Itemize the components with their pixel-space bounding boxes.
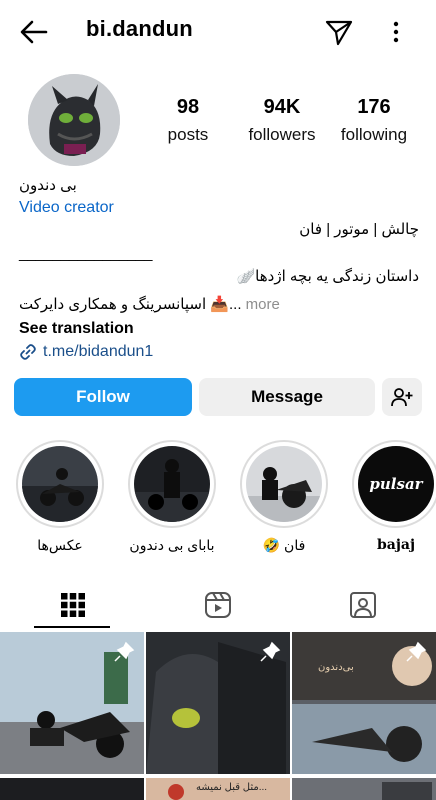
link-icon <box>20 344 36 360</box>
bio-sponsor-text: اسپانسرینگ و همکاری دایرکت 📥... <box>19 296 242 313</box>
followers-count: 94K <box>263 96 301 118</box>
bio-tags: چالش | موتور | فان <box>299 221 419 238</box>
highlight-thumbnail: pulsar <box>358 446 434 522</box>
followers-label: followers <box>248 125 316 144</box>
highlight-ring <box>16 440 104 528</box>
following-count: 176 <box>357 96 391 118</box>
tab-tagged[interactable] <box>290 582 435 628</box>
highlight-bajaj[interactable]: pulsar bajaj <box>350 440 436 553</box>
profile-username: bi.dandun <box>86 16 193 41</box>
tab-reels[interactable] <box>145 582 290 628</box>
back-arrow-icon[interactable] <box>18 18 50 46</box>
pulsar-logo: pulsar <box>369 475 423 493</box>
highlight-thumbnail <box>246 446 322 522</box>
posts-label: posts <box>167 125 209 144</box>
followers-stat[interactable]: 94K followers <box>240 96 324 145</box>
highlight-photos[interactable]: عکس‌ها <box>14 440 106 554</box>
top-bar: bi.dandun <box>0 0 436 64</box>
following-label: following <box>340 125 408 144</box>
post-thumbnail[interactable] <box>292 778 436 800</box>
post-thumbnail[interactable] <box>0 778 144 800</box>
post-thumbnail[interactable]: بی‌دندون <box>292 632 436 774</box>
highlight-ring <box>128 440 216 528</box>
bio-link-text[interactable]: t.me/bidandun1 <box>43 341 153 363</box>
follow-button[interactable]: Follow <box>14 378 192 416</box>
message-button[interactable]: Message <box>199 378 375 416</box>
highlight-ring: pulsar <box>352 440 436 528</box>
grid-icon <box>60 593 85 617</box>
post-overlay-text: بی‌دندون <box>318 662 354 673</box>
pin-icon <box>114 641 135 662</box>
tab-posts-grid[interactable] <box>0 582 145 628</box>
following-stat[interactable]: 176 following <box>334 96 414 145</box>
profile-tabs <box>0 582 436 628</box>
highlight-label: bajaj <box>376 537 416 553</box>
highlight-label: بابای بی دندون <box>129 537 215 553</box>
highlight-father[interactable]: بابای بی دندون <box>126 440 218 554</box>
profile-category: Video creator <box>19 199 114 216</box>
highlight-ring <box>240 440 328 528</box>
post-thumbnail[interactable] <box>0 632 144 774</box>
posts-grid: بی‌دندون مثل قبل نمیشه... <box>0 632 436 800</box>
bio-divider: ________________ <box>19 245 153 262</box>
suggest-people-button[interactable] <box>382 378 422 416</box>
posts-count: 98 <box>176 96 200 118</box>
highlight-fun[interactable]: فان 🤣 <box>238 440 330 554</box>
add-person-icon <box>391 388 413 407</box>
avatar-helmet-image <box>28 74 120 166</box>
profile-avatar[interactable] <box>28 74 120 166</box>
bio-story-line: داستان زندگی یه بچه اژدها🪽 <box>236 268 420 285</box>
highlight-thumbnail <box>22 446 98 522</box>
highlight-label: عکس‌ها <box>37 537 83 553</box>
pin-icon <box>406 641 427 662</box>
profile-display-name: بی دندون <box>19 177 77 194</box>
posts-stat[interactable]: 98 posts <box>150 96 226 145</box>
tagged-icon <box>349 592 376 618</box>
highlight-thumbnail <box>134 446 210 522</box>
send-message-icon[interactable] <box>324 18 354 46</box>
active-tab-indicator <box>34 626 110 628</box>
post-overlay-text: مثل قبل نمیشه... <box>196 782 268 793</box>
post-thumbnail[interactable]: مثل قبل نمیشه... <box>146 778 290 800</box>
bio-external-link[interactable]: t.me/bidandun1 <box>19 341 419 363</box>
pin-icon <box>260 641 281 662</box>
reels-icon <box>204 592 231 618</box>
bio-sponsor-line: اسپانسرینگ و همکاری دایرکت 📥... more <box>19 294 419 316</box>
see-translation-link[interactable]: See translation <box>19 318 419 340</box>
post-thumbnail[interactable] <box>146 632 290 774</box>
bio-more-link[interactable]: more <box>242 296 280 313</box>
highlight-label: فان 🤣 <box>262 537 306 553</box>
more-options-icon[interactable] <box>384 18 408 46</box>
